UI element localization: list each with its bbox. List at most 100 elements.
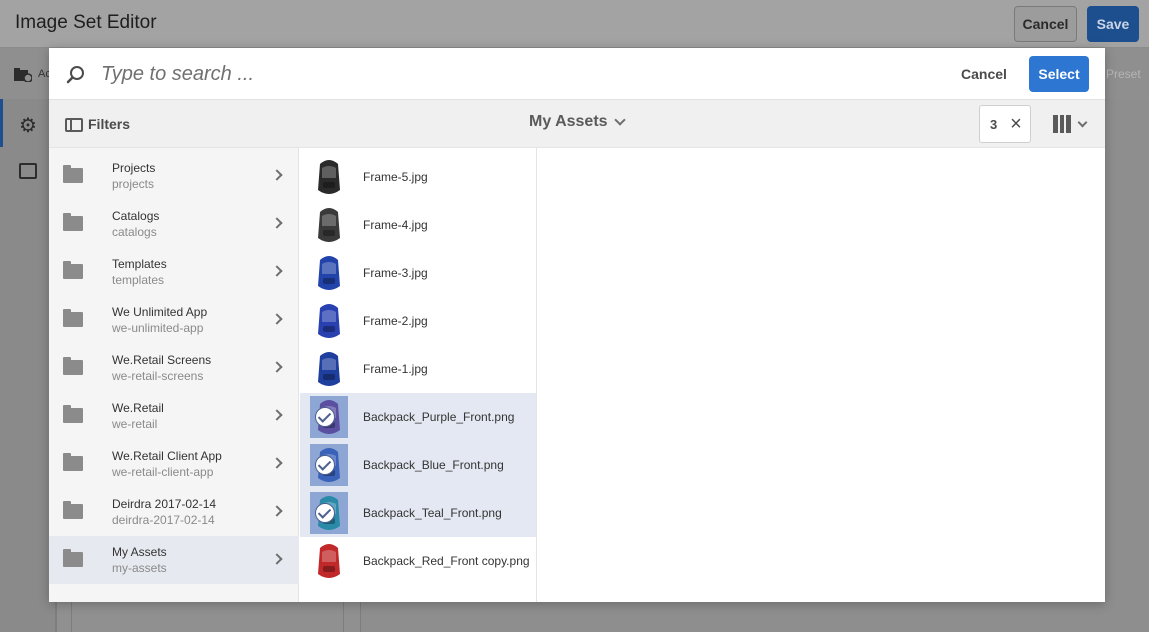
folder-name: We.Retail Screens (112, 353, 212, 367)
asset-row[interactable]: Backpack_Teal_Front.png (300, 489, 536, 537)
asset-name: Frame-1.jpg (363, 362, 428, 376)
chevron-right-icon (271, 361, 283, 373)
action-bar: Filters My Assets 3 × (49, 100, 1105, 148)
chevron-right-icon (271, 457, 283, 469)
backpack-thumbnail (318, 160, 340, 194)
filters-toggle[interactable]: Filters (88, 116, 130, 132)
folder-add-icon[interactable] (14, 68, 32, 82)
cancel-button[interactable]: Cancel (947, 56, 1021, 92)
app-header (0, 0, 1149, 48)
asset-name: Frame-2.jpg (363, 314, 428, 328)
folder-row[interactable]: Deirdra 2017-02-14 deirdra-2017-02-14 (49, 488, 299, 536)
folder-name: My Assets (112, 545, 167, 559)
folder-path: we-unlimited-app (112, 321, 204, 335)
folder-row[interactable]: We.Retail we-retail (49, 392, 299, 440)
chevron-right-icon (271, 169, 283, 181)
folder-row[interactable]: We.Retail Client App we-retail-client-app (49, 440, 299, 488)
folder-icon (63, 357, 83, 375)
search-bar: Cancel Select (49, 48, 1105, 100)
backpack-thumbnail (318, 544, 340, 578)
folder-icon (63, 501, 83, 519)
asset-name: Backpack_Blue_Front.png (363, 458, 504, 472)
selection-counter: 3 × (979, 105, 1031, 143)
chevron-right-icon (271, 313, 283, 325)
app-save-button[interactable]: Save (1087, 6, 1139, 42)
search-icon (66, 66, 84, 84)
chevron-right-icon (271, 409, 283, 421)
folder-row[interactable]: We Unlimited App we-unlimited-app (49, 296, 299, 344)
asset-row[interactable]: Backpack_Purple_Front.png (300, 393, 536, 441)
search-input[interactable] (101, 58, 601, 90)
folder-path: my-assets (112, 561, 167, 575)
select-button[interactable]: Select (1029, 56, 1089, 92)
chevron-right-icon (271, 553, 283, 565)
folder-row[interactable]: Templates templates (49, 248, 299, 296)
asset-row[interactable]: Backpack_Red_Front copy.png (300, 537, 536, 585)
asset-name: Frame-3.jpg (363, 266, 428, 280)
folder-path: deirdra-2017-02-14 (112, 513, 215, 527)
check-icon[interactable] (315, 455, 335, 475)
chevron-right-icon (271, 265, 283, 277)
asset-row[interactable]: Frame-2.jpg (300, 297, 536, 345)
folder-row[interactable]: Projects projects (49, 152, 299, 200)
asset-picker-dialog: Cancel Select Filters My Assets 3 × Proj… (49, 48, 1105, 602)
folder-row[interactable]: We.Retail Screens we-retail-screens (49, 344, 299, 392)
folder-name: Templates (112, 257, 167, 271)
asset-row[interactable]: Frame-1.jpg (300, 345, 536, 393)
asset-row[interactable]: Frame-5.jpg (300, 153, 536, 201)
folder-icon (63, 261, 83, 279)
folder-name: We.Retail Client App (112, 449, 222, 463)
filters-icon[interactable] (65, 118, 83, 132)
asset-thumbnail (310, 204, 348, 246)
asset-thumbnail (310, 156, 348, 198)
chevron-down-icon (1077, 117, 1088, 127)
asset-name: Frame-4.jpg (363, 218, 428, 232)
backpack-thumbnail (318, 256, 340, 290)
folder-path: projects (112, 177, 155, 191)
clear-selection-icon[interactable]: × (1007, 114, 1025, 134)
asset-column: Frame-5.jpg Frame-4.jpg Frame-3.jpg Frame-2… (300, 148, 537, 602)
asset-thumbnail (310, 348, 348, 390)
asset-thumbnail (310, 540, 348, 582)
app-cancel-button[interactable]: Cancel (1014, 6, 1077, 42)
image-icon[interactable] (19, 163, 37, 179)
view-switcher[interactable] (1053, 115, 1088, 133)
check-icon[interactable] (315, 407, 335, 427)
background-panel-inner (71, 601, 344, 632)
chevron-down-icon (613, 114, 626, 126)
column-view-icon (1053, 115, 1072, 133)
asset-row[interactable]: Backpack_Blue_Front.png (300, 441, 536, 489)
breadcrumb-dropdown[interactable]: My Assets (529, 113, 626, 131)
folder-path: templates (112, 273, 165, 287)
folder-icon (63, 309, 83, 327)
folder-column: Projects projects Catalogs catalogs Template… (49, 148, 299, 602)
folder-name: We Unlimited App (112, 305, 208, 319)
backpack-thumbnail (318, 208, 340, 242)
backpack-thumbnail (318, 352, 340, 386)
asset-name: Backpack_Red_Front copy.png (363, 554, 530, 568)
folder-row[interactable]: Catalogs catalogs (49, 200, 299, 248)
folder-path: we-retail (112, 417, 158, 431)
folder-name: Deirdra 2017-02-14 (112, 497, 217, 511)
preset-label[interactable]: Preset (1106, 67, 1141, 81)
selection-count: 3 (990, 117, 998, 132)
chevron-right-icon (271, 217, 283, 229)
folder-icon (63, 453, 83, 471)
asset-thumbnail (310, 252, 348, 294)
folder-name: We.Retail (112, 401, 164, 415)
folder-row[interactable]: My Assets my-assets (49, 536, 299, 584)
folder-path: we-retail-screens (112, 369, 204, 383)
check-icon[interactable] (315, 503, 335, 523)
asset-thumbnail (310, 300, 348, 342)
folder-path: catalogs (112, 225, 157, 239)
gear-icon[interactable]: ⚙ (19, 113, 37, 138)
breadcrumb-title: My Assets (529, 113, 608, 130)
asset-name: Backpack_Teal_Front.png (363, 506, 502, 520)
backpack-thumbnail (318, 304, 340, 338)
chevron-right-icon (271, 505, 283, 517)
folder-name: Projects (112, 161, 156, 175)
asset-row[interactable]: Frame-4.jpg (300, 201, 536, 249)
asset-row[interactable]: Frame-3.jpg (300, 249, 536, 297)
folder-path: we-retail-client-app (112, 465, 214, 479)
side-rail-active-indicator (0, 99, 3, 147)
